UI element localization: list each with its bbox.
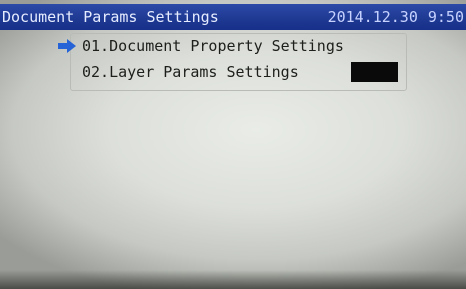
title-bar: Document Params Settings 2014.12.30 9:50 [0, 4, 466, 30]
selection-arrow-icon [57, 38, 77, 54]
value-box [351, 62, 398, 82]
menu-item-document-property-settings[interactable]: 01.Document Property Settings [82, 35, 344, 57]
window-title: Document Params Settings [2, 8, 219, 26]
datetime-display: 2014.12.30 9:50 [318, 4, 464, 30]
date-label: 2014.12.30 [327, 8, 418, 26]
lcd-screen: Document Params Settings 2014.12.30 9:50 … [0, 0, 466, 289]
time-label: 9:50 [427, 8, 464, 26]
menu-item-layer-params-settings[interactable]: 02.Layer Params Settings [82, 61, 299, 83]
screen-bezel-shadow [0, 270, 466, 289]
